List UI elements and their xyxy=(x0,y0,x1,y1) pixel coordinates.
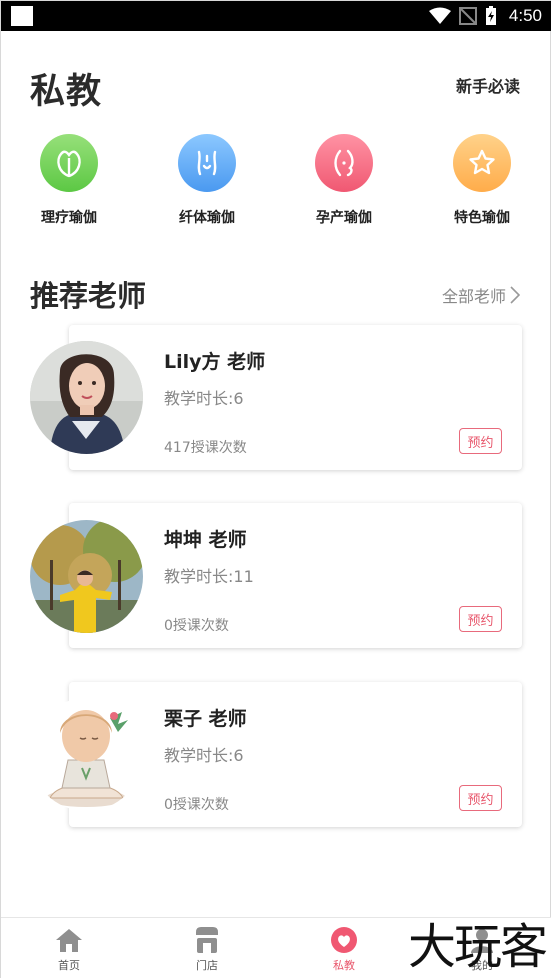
app-screen: 4:50 私教 新手必读 理疗瑜伽 纤体瑜伽 孕产瑜伽 特色瑜伽 推荐老师 全部… xyxy=(0,0,551,978)
star-icon xyxy=(453,134,511,192)
teaching-time: 教学时长:6 xyxy=(164,389,244,408)
watermark: 大玩客 xyxy=(407,919,548,975)
store-icon xyxy=(167,926,247,954)
lesson-count: 0授课次数 xyxy=(164,618,229,634)
wifi-icon xyxy=(428,7,451,24)
avatar[interactable] xyxy=(30,698,143,811)
nav-label: 私教 xyxy=(333,959,355,972)
category-label: 特色瑜伽 xyxy=(454,210,510,226)
home-icon xyxy=(29,926,109,954)
chevron-right-icon xyxy=(510,286,520,304)
book-button[interactable]: 预约 xyxy=(459,785,502,811)
body-curve-icon xyxy=(178,134,236,192)
all-teachers-label: 全部老师 xyxy=(441,287,506,306)
nav-label: 首页 xyxy=(58,959,80,972)
category-label: 孕产瑜伽 xyxy=(316,210,372,226)
teacher-name: Lily方 老师 xyxy=(164,351,266,373)
category-featured-yoga[interactable]: 特色瑜伽 xyxy=(432,131,532,227)
teaching-time: 教学时长:6 xyxy=(164,746,244,765)
lesson-count: 0授课次数 xyxy=(164,797,229,813)
category-therapy-yoga[interactable]: 理疗瑜伽 xyxy=(19,131,119,227)
category-label: 纤体瑜伽 xyxy=(179,210,235,226)
nav-private-coach[interactable]: 私教 xyxy=(304,926,384,973)
category-label: 理疗瑜伽 xyxy=(41,210,97,226)
no-signal-icon xyxy=(458,7,477,25)
nav-home[interactable]: 首页 xyxy=(29,926,109,973)
battery-charging-icon xyxy=(485,6,496,25)
page-title: 私教 xyxy=(30,72,103,112)
beginner-guide-link[interactable]: 新手必读 xyxy=(456,73,520,97)
book-button[interactable]: 预约 xyxy=(459,428,502,454)
teaching-time: 教学时长:11 xyxy=(164,567,254,586)
nav-label: 门店 xyxy=(196,959,218,972)
pregnancy-icon xyxy=(315,134,373,192)
heart-icon xyxy=(304,926,384,954)
teacher-name: 坤坤 老师 xyxy=(164,529,247,551)
avatar[interactable] xyxy=(30,520,143,633)
teacher-name: 栗子 老师 xyxy=(164,708,247,730)
avatar[interactable] xyxy=(30,341,143,454)
status-bar: 4:50 xyxy=(1,1,551,31)
book-button[interactable]: 预约 xyxy=(459,606,502,632)
yoga-category-row: 理疗瑜伽 纤体瑜伽 孕产瑜伽 特色瑜伽 xyxy=(1,131,551,231)
category-prenatal-yoga[interactable]: 孕产瑜伽 xyxy=(294,131,394,227)
all-teachers-link[interactable]: 全部老师 xyxy=(442,283,520,307)
category-slimming-yoga[interactable]: 纤体瑜伽 xyxy=(157,131,257,227)
section-title: 推荐老师 xyxy=(30,279,147,313)
status-icons: 4:50 xyxy=(428,5,542,27)
leaf-icon xyxy=(40,134,98,192)
status-time: 4:50 xyxy=(508,6,542,25)
lesson-count: 417授课次数 xyxy=(164,440,247,456)
notification-icon xyxy=(11,6,33,26)
nav-store[interactable]: 门店 xyxy=(167,926,247,973)
